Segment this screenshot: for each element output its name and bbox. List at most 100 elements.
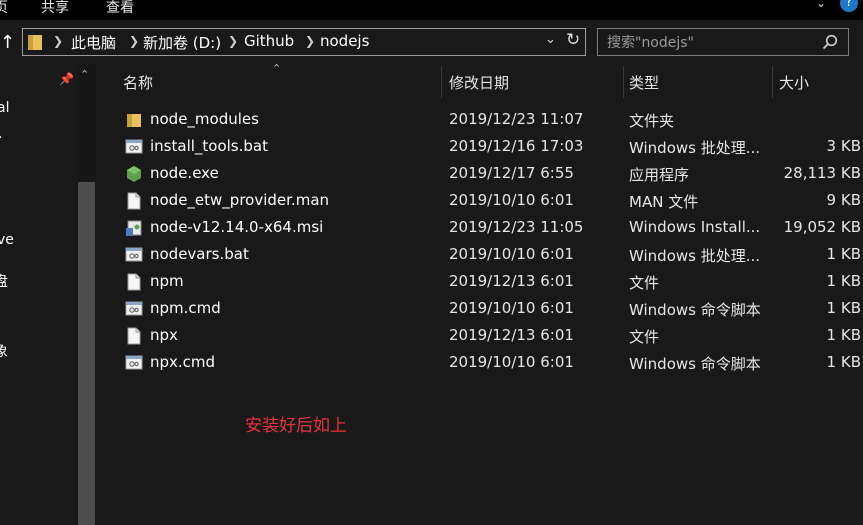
breadcrumb-drive[interactable]: 新加卷 (D:) [143,32,221,53]
ribbon-tab-view[interactable]: 查看 [106,0,134,17]
file-row[interactable]: node_modules 2019/12/23 11:07 文件夹 [120,107,863,133]
file-date: 2019/12/16 17:03 [449,137,584,155]
file-name[interactable]: install_tools.bat [150,137,268,155]
scroll-up-icon[interactable]: ⌃ [80,68,89,81]
column-header-type[interactable]: 类型 [629,72,659,93]
column-header-date[interactable]: 修改日期 [449,72,509,93]
file-name[interactable]: npm.cmd [150,299,221,317]
column-divider[interactable] [623,66,624,98]
file-type: Windows Install... [629,218,761,236]
file-row[interactable]: node_etw_provider.man 2019/10/10 6:01 MAN … [120,188,863,214]
file-size: 1 KB [826,326,861,344]
nav-item[interactable]: ve [0,232,14,248]
file-icon [125,192,143,210]
ribbon-tab-home[interactable]: 页 [0,0,8,17]
file-name[interactable]: npm [150,272,184,290]
file-date: 2019/12/13 6:01 [449,272,574,290]
file-icon [125,273,143,291]
ribbon-tab-share[interactable]: 共享 [41,0,69,17]
address-bar[interactable]: ❯ 此电脑 ❯ 新加卷 (D:) ❯ Github ❯ nodejs ⌄ ↻ [22,28,586,56]
file-type: MAN 文件 [629,193,699,211]
file-size: 1 KB [826,299,861,317]
file-type: 文件 [629,328,660,346]
file-name[interactable]: nodevars.bat [150,245,249,263]
batch-file-icon [125,138,143,156]
column-header-name[interactable]: 名称 [123,72,153,93]
file-name[interactable]: npx [150,326,178,344]
batch-file-icon [125,246,143,264]
search-input[interactable] [598,29,824,57]
pin-icon[interactable]: 📌 [59,72,74,86]
sort-ascending-icon: ⌃ [272,62,282,75]
ribbon-tab-strip: 页 共享 查看 ⌄ ? [0,0,863,20]
annotation-text: 安装好后如上 [245,416,347,436]
file-type: 文件 [629,274,660,292]
search-icon[interactable] [822,34,838,50]
up-arrow-icon[interactable]: ↑ [0,32,18,54]
file-size: 28,113 KB [783,164,861,182]
help-icon[interactable]: ? [840,0,858,12]
file-name[interactable]: node-v12.14.0-x64.msi [150,218,323,236]
file-date: 2019/12/13 6:01 [449,326,574,344]
file-type: Windows 命令脚本 [629,355,761,373]
file-size: 19,052 KB [783,218,861,236]
file-type: Windows 批处理... [629,139,761,157]
column-divider[interactable] [772,66,773,98]
nav-item[interactable]: · [0,130,2,146]
file-name[interactable]: node.exe [150,164,219,182]
nav-item[interactable]: 盘 [0,271,8,291]
file-size: 1 KB [826,353,861,371]
refresh-icon[interactable]: ↻ [566,30,580,50]
nav-scrollbar-thumb[interactable] [78,182,95,525]
file-row[interactable]: node.exe 2019/12/17 6:55 应用程序 28,113 KB [120,161,863,187]
breadcrumb-this-pc[interactable]: 此电脑 [71,32,116,53]
batch-file-icon [125,300,143,318]
file-list-pane: ⌃ 名称 修改日期 类型 大小 node_modules 2019/12/23 1… [96,62,863,525]
file-date: 2019/12/17 6:55 [449,164,574,182]
file-date: 2019/12/23 11:07 [449,110,584,128]
file-size: 1 KB [826,272,861,290]
nav-item[interactable]: al [0,100,9,116]
file-type: Windows 命令脚本 [629,301,761,319]
file-row[interactable]: install_tools.bat 2019/12/16 17:03 Windows… [120,134,863,160]
file-row[interactable]: node-v12.14.0-x64.msi 2019/12/23 11:05 Win… [120,215,863,241]
file-size: 9 KB [826,191,861,209]
breadcrumb-separator-icon[interactable]: ❯ [228,34,238,48]
chevron-down-icon[interactable]: ⌄ [545,32,556,47]
file-row[interactable]: nodevars.bat 2019/10/10 6:01 Windows 批处理..… [120,242,863,268]
column-divider[interactable] [441,66,442,98]
breadcrumb-github[interactable]: Github [244,32,294,50]
folder-icon [125,111,143,129]
file-type: 应用程序 [629,166,690,184]
breadcrumb-separator-icon[interactable]: ❯ [53,34,63,48]
file-name[interactable]: npx.cmd [150,353,215,371]
file-type: 文件夹 [629,112,675,130]
navigation-pane: 📌 al · ve 盘 象 ⌃ [0,64,96,525]
file-date: 2019/10/10 6:01 [449,353,574,371]
batch-file-icon [125,354,143,372]
column-header-size[interactable]: 大小 [779,72,809,93]
file-date: 2019/10/10 6:01 [449,245,574,263]
nav-item[interactable]: 象 [0,341,8,361]
file-row[interactable]: npx 2019/12/13 6:01 文件 1 KB [120,323,863,349]
file-name[interactable]: node_etw_provider.man [150,191,329,209]
file-icon [125,327,143,345]
file-date: 2019/10/10 6:01 [449,191,574,209]
chevron-down-icon[interactable]: ⌄ [816,0,830,10]
msi-installer-icon [125,219,143,237]
node-exe-icon [125,165,143,183]
file-size: 1 KB [826,245,861,263]
file-row[interactable]: npm 2019/12/13 6:01 文件 1 KB [120,269,863,295]
file-row[interactable]: npm.cmd 2019/10/10 6:01 Windows 命令脚本 1 KB [120,296,863,322]
folder-icon [28,35,42,50]
file-size: 3 KB [826,137,861,155]
file-name[interactable]: node_modules [150,110,259,128]
file-type: Windows 批处理... [629,247,761,265]
search-box[interactable] [597,28,849,57]
file-row[interactable]: npx.cmd 2019/10/10 6:01 Windows 命令脚本 1 KB [120,350,863,376]
breadcrumb-separator-icon[interactable]: ❯ [305,34,315,48]
address-row: ↑ ❯ 此电脑 ❯ 新加卷 (D:) ❯ Github ❯ nodejs ⌄ ↻ [0,20,863,64]
file-date: 2019/10/10 6:01 [449,299,574,317]
breadcrumb-separator-icon[interactable]: ❯ [129,34,139,48]
breadcrumb-nodejs[interactable]: nodejs [320,32,369,50]
